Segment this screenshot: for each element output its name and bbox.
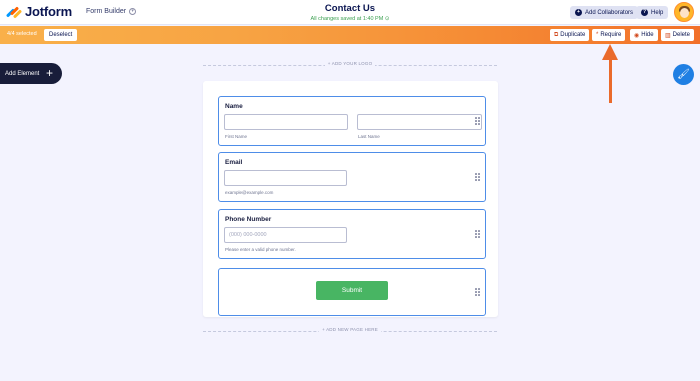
selection-action-bar: 4/4 selected Deselect ⧉ Duplicate * Requ…	[0, 26, 700, 44]
add-collaborators-label: Add Collaborators	[585, 9, 634, 16]
delete-button[interactable]: ▥ Delete	[661, 29, 695, 41]
drag-handle-icon[interactable]	[475, 288, 480, 296]
top-header: Jotform Form Builder ▾ Contact Us All ch…	[0, 0, 700, 25]
submit-button[interactable]: Submit	[316, 281, 388, 300]
email-field[interactable]: Email example@example.com	[218, 152, 486, 202]
duplicate-button[interactable]: ⧉ Duplicate	[550, 29, 590, 41]
annotation-arrow-shaft	[609, 58, 612, 103]
delete-label: Delete	[672, 32, 691, 38]
check-circle-icon: ⊙	[384, 16, 390, 22]
add-collaborators-button[interactable]: + Add Collaborators	[570, 6, 639, 19]
add-element-button[interactable]: Add Element +	[0, 63, 62, 84]
avatar[interactable]	[674, 2, 694, 22]
add-new-page-divider[interactable]: + ADD NEW PAGE HERE	[203, 327, 497, 335]
duplicate-label: Duplicate	[560, 32, 586, 38]
eye-icon: ◉	[634, 32, 640, 39]
selected-count: 4/4 selected	[7, 31, 37, 37]
duplicate-icon: ⧉	[554, 31, 559, 38]
hide-label: Hide	[641, 32, 654, 38]
phone-sublabel: Please enter a valid phone number.	[225, 247, 296, 252]
first-name-sublabel: First Name	[225, 134, 248, 139]
phone-number-input[interactable]: (000) 000-0000	[224, 227, 347, 243]
last-name-sublabel: Last Name	[358, 134, 380, 139]
form-designer-button[interactable]: 🖌︎	[673, 64, 694, 85]
add-logo-divider[interactable]: + ADD YOUR LOGO	[203, 61, 497, 69]
plus-icon: +	[46, 66, 54, 80]
email-sublabel: example@example.com	[225, 190, 274, 195]
hide-button[interactable]: ◉ Hide	[630, 29, 658, 41]
user-add-icon: +	[575, 9, 582, 16]
trash-icon: ▥	[665, 32, 671, 39]
add-new-page-label: + ADD NEW PAGE HERE	[319, 327, 381, 332]
asterisk-icon: *	[596, 32, 599, 38]
deselect-button[interactable]: Deselect	[44, 29, 78, 41]
add-logo-label: + ADD YOUR LOGO	[324, 61, 376, 66]
help-label: Help	[651, 9, 664, 16]
require-label: Require	[600, 32, 622, 38]
phone-number-label: Phone Number	[225, 216, 272, 223]
add-element-label: Add Element	[5, 70, 40, 77]
paint-roller-icon: 🖌︎	[677, 69, 690, 80]
email-input[interactable]	[224, 170, 347, 186]
help-icon: ?	[641, 9, 648, 16]
name-label: Name	[225, 103, 243, 110]
last-name-input[interactable]	[357, 114, 482, 130]
help-button[interactable]: ? Help	[636, 6, 669, 19]
first-name-input[interactable]	[224, 114, 348, 130]
email-label: Email	[225, 159, 243, 166]
saved-status-text: All changes saved at 1:40 PM	[310, 16, 384, 22]
phone-placeholder: (000) 000-0000	[229, 232, 267, 238]
drag-handle-icon[interactable]	[475, 173, 480, 181]
require-button[interactable]: * Require	[592, 29, 626, 41]
phone-number-field[interactable]: Phone Number (000) 000-0000 Please enter…	[218, 209, 486, 259]
name-field[interactable]: Name First Name Last Name	[218, 96, 486, 146]
drag-handle-icon[interactable]	[475, 230, 480, 238]
drag-handle-icon[interactable]	[475, 117, 480, 125]
